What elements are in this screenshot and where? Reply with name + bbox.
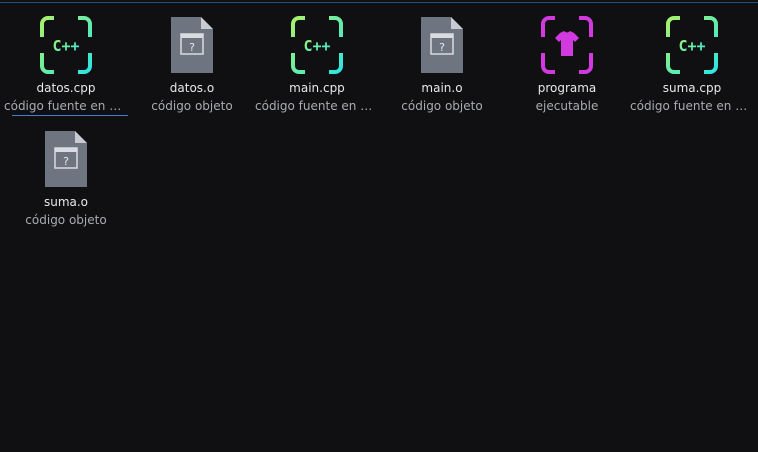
file-item-main-o[interactable]: ? main.o código objeto [380, 0, 504, 113]
cpp-source-icon: C++ [666, 16, 718, 74]
svg-text:C++: C++ [678, 37, 705, 55]
file-name: main.o [421, 81, 463, 95]
svg-text:C++: C++ [303, 37, 330, 55]
file-name: suma.o [43, 195, 89, 209]
file-name: suma.cpp [662, 81, 722, 95]
svg-text:?: ? [63, 155, 69, 168]
file-item-datos-cpp[interactable]: C++ datos.cpp código fuente en C++ [4, 0, 128, 116]
object-file-icon: ? [171, 17, 213, 73]
file-name: programa [537, 81, 597, 95]
file-item-main-cpp[interactable]: C++ main.cpp código fuente en C++ [255, 0, 379, 113]
file-item-suma-o[interactable]: ? suma.o código objeto [4, 114, 128, 227]
svg-text:?: ? [189, 41, 195, 54]
file-icon-view[interactable]: C++ datos.cpp código fuente en C++ ? dat… [0, 0, 758, 452]
svg-text:C++: C++ [52, 37, 79, 55]
file-name: datos.cpp [36, 81, 96, 95]
file-type: código fuente en C++ [255, 99, 379, 113]
file-item-datos-o[interactable]: ? datos.o código objeto [130, 0, 254, 113]
executable-icon [541, 16, 593, 74]
file-name: main.cpp [289, 81, 345, 95]
file-type: código objeto [25, 213, 107, 227]
file-item-suma-cpp[interactable]: C++ suma.cpp código fuente en C++ [630, 0, 754, 113]
svg-text:?: ? [439, 41, 445, 54]
file-name: datos.o [169, 81, 215, 95]
file-type: código fuente en C++ [4, 99, 128, 113]
cpp-source-icon: C++ [40, 16, 92, 74]
cpp-source-icon: C++ [291, 16, 343, 74]
file-type: código fuente en C++ [630, 99, 754, 113]
file-type: ejecutable [535, 99, 599, 113]
object-file-icon: ? [421, 17, 463, 73]
file-type: código objeto [401, 99, 483, 113]
object-file-icon: ? [45, 131, 87, 187]
file-type: código objeto [151, 99, 233, 113]
file-item-programa[interactable]: programa ejecutable [505, 0, 629, 113]
